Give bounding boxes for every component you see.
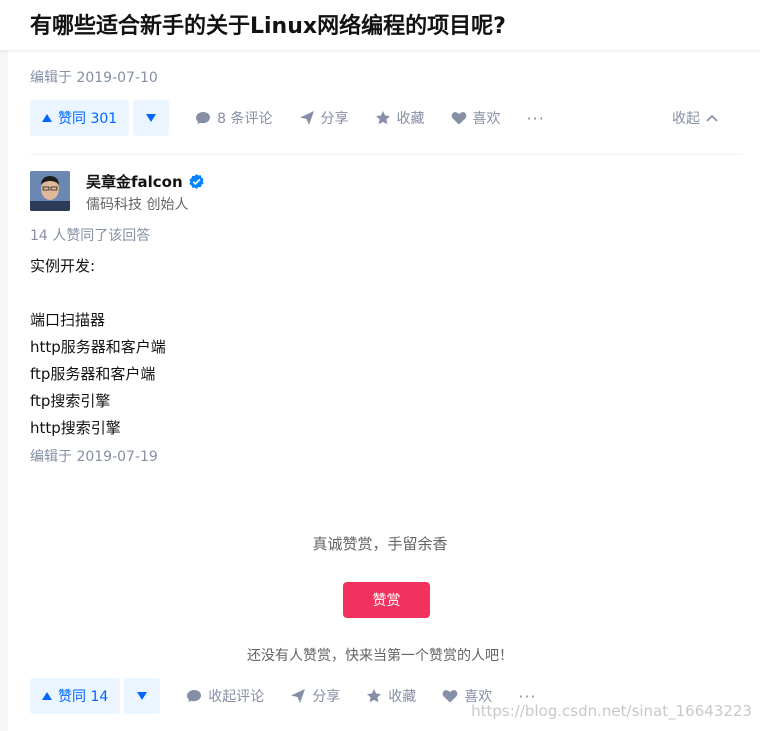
question-like-label: 喜欢 bbox=[472, 111, 501, 127]
content-line: http搜索引擎 bbox=[30, 419, 121, 437]
answer-vote-up-button[interactable]: 赞同 14 bbox=[30, 678, 121, 714]
question-header: 有哪些适合新手的关于Linux网络编程的项目呢? bbox=[0, 0, 760, 50]
answer-collect-label: 收藏 bbox=[388, 689, 417, 705]
answer-vote-down-button[interactable] bbox=[124, 678, 161, 714]
star-icon bbox=[375, 111, 390, 125]
content-line: 端口扫描器 bbox=[30, 311, 106, 329]
content-line: http服务器和客户端 bbox=[30, 338, 166, 356]
question-title: 有哪些适合新手的关于Linux网络编程的项目呢? bbox=[30, 14, 506, 39]
content-line: 实例开发: bbox=[30, 257, 96, 275]
question-like-button[interactable]: 喜欢 bbox=[451, 108, 501, 128]
answer-share-button[interactable]: 分享 bbox=[290, 686, 340, 706]
avatar-image bbox=[30, 171, 70, 211]
answer-comments-label: 收起评论 bbox=[208, 689, 265, 705]
comment-icon bbox=[187, 690, 202, 703]
answer-share-label: 分享 bbox=[312, 689, 341, 705]
question-comments-button[interactable]: 8 条评论 bbox=[195, 108, 273, 128]
content-line bbox=[30, 280, 166, 307]
content-line: ftp服务器和客户端 bbox=[30, 365, 156, 383]
comment-icon bbox=[196, 112, 211, 125]
upvote-arrow-icon bbox=[42, 692, 52, 700]
watermark: https://blog.csdn.net/sinat_16643223 bbox=[471, 702, 752, 720]
author-headline: 儒码科技 创始人 bbox=[86, 197, 189, 213]
answer-comments-button[interactable]: 收起评论 bbox=[186, 686, 264, 706]
question-share-button[interactable]: 分享 bbox=[299, 108, 349, 128]
verified-badge-icon bbox=[189, 173, 204, 190]
heart-icon bbox=[442, 690, 458, 703]
content-line: ftp搜索引擎 bbox=[30, 392, 111, 410]
reward-button[interactable]: 赞赏 bbox=[343, 582, 430, 618]
author-name[interactable]: 吴章金falcon bbox=[86, 171, 183, 192]
question-vote-up-button[interactable]: 赞同 301 bbox=[30, 100, 130, 136]
author-info: 吴章金falcon 儒码科技 创始人 bbox=[30, 171, 205, 214]
question-collect-label: 收藏 bbox=[396, 111, 425, 127]
share-icon bbox=[299, 111, 314, 125]
collapse-button[interactable]: 收起 bbox=[672, 108, 718, 128]
collapse-label: 收起 bbox=[672, 111, 700, 127]
question-more-button[interactable]: ··· bbox=[527, 109, 545, 128]
author-name-row: 吴章金falcon bbox=[86, 171, 205, 192]
answer-votes-count: 14 人赞同了该回答 bbox=[30, 228, 151, 244]
answer-content: 实例开发: 端口扫描器 http服务器和客户端 ftp服务器和客户端 ftp搜索… bbox=[30, 253, 166, 442]
question-edit-time: 编辑于 2019-07-10 bbox=[30, 70, 158, 86]
answer-collect-button[interactable]: 收藏 bbox=[366, 686, 416, 706]
question-collect-button[interactable]: 收藏 bbox=[375, 108, 425, 128]
upvote-arrow-icon bbox=[42, 114, 52, 122]
question-vote-down-button[interactable] bbox=[133, 100, 170, 136]
heart-icon bbox=[451, 112, 466, 125]
avatar[interactable] bbox=[30, 171, 70, 211]
chevron-up-icon bbox=[706, 114, 718, 122]
share-icon bbox=[291, 689, 306, 703]
question-share-label: 分享 bbox=[320, 111, 349, 127]
question-action-bar: 赞同 301 8 条评论 分享 收藏 喜欢 ··· 收起 bbox=[30, 99, 742, 137]
reward-tip: 真诚赞赏，手留余香 bbox=[312, 535, 448, 553]
reward-empty-text: 还没有人赞赏，快来当第一个赞赏的人吧！ bbox=[247, 648, 513, 664]
answer-vote-up-label: 赞同 14 bbox=[58, 689, 109, 705]
question-comments-label: 8 条评论 bbox=[217, 111, 273, 127]
answer-edit-time: 编辑于 2019-07-19 bbox=[30, 449, 158, 465]
downvote-arrow-icon bbox=[137, 692, 148, 700]
downvote-arrow-icon bbox=[146, 114, 157, 122]
question-vote-up-label: 赞同 301 bbox=[58, 111, 118, 127]
section-divider bbox=[30, 154, 742, 155]
star-icon bbox=[367, 689, 382, 703]
